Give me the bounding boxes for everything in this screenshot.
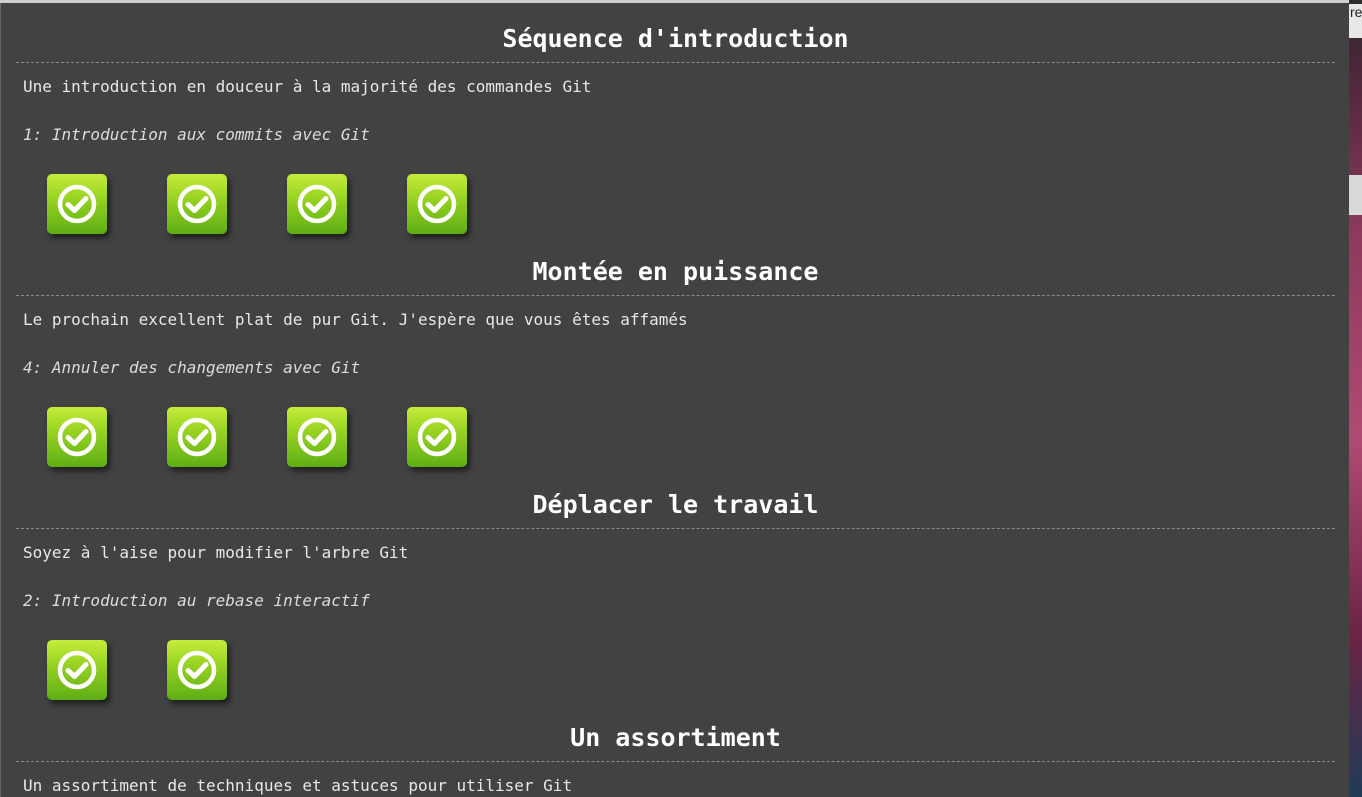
level-selection-modal: Séquence d'introduction Une introduction… — [0, 3, 1349, 797]
sequence-title-bar: Séquence d'introduction — [16, 3, 1335, 63]
sequence-description: Un assortiment de techniques et astuces … — [23, 776, 573, 795]
sequence-description: Soyez à l'aise pour modifier l'arbre Git — [23, 543, 409, 562]
level-button[interactable] — [167, 174, 227, 234]
check-circle-icon — [177, 417, 217, 457]
sequence-title-bar: Un assortiment — [16, 702, 1335, 762]
level-button[interactable] — [407, 174, 467, 234]
background-peek-text: re — [1349, 4, 1362, 38]
sequence-title-bar: Déplacer le travail — [16, 469, 1335, 529]
sequence-title: Montée en puissance — [532, 257, 819, 286]
current-level-name: 1: Introduction aux commits avec Git — [23, 125, 370, 144]
sequence-description: Une introduction en douceur à la majorit… — [23, 77, 592, 96]
check-circle-icon — [57, 184, 97, 224]
level-button[interactable] — [167, 407, 227, 467]
sequence-title: Séquence d'introduction — [502, 24, 849, 53]
sequence-title: Déplacer le travail — [532, 490, 819, 519]
current-level-name: 2: Introduction au rebase interactif — [23, 591, 370, 610]
background-app-peek: re — [1349, 0, 1362, 797]
sequence-title-bar: Montée en puissance — [16, 236, 1335, 296]
check-circle-icon — [297, 184, 337, 224]
check-circle-icon — [177, 184, 217, 224]
check-circle-icon — [417, 417, 457, 457]
sequence-description: Le prochain excellent plat de pur Git. J… — [23, 310, 688, 329]
sequence-title: Un assortiment — [570, 723, 781, 752]
current-level-name: 4: Annuler des changements avec Git — [23, 358, 361, 377]
level-button[interactable] — [287, 174, 347, 234]
level-icon-row — [47, 640, 227, 702]
level-icon-row — [47, 407, 467, 469]
level-button[interactable] — [167, 640, 227, 700]
check-circle-icon — [417, 184, 457, 224]
level-button[interactable] — [47, 640, 107, 700]
check-circle-icon — [177, 650, 217, 690]
level-button[interactable] — [47, 407, 107, 467]
level-button[interactable] — [47, 174, 107, 234]
check-circle-icon — [57, 417, 97, 457]
check-circle-icon — [57, 650, 97, 690]
background-peek-panel — [1349, 175, 1362, 215]
level-button[interactable] — [407, 407, 467, 467]
level-button[interactable] — [287, 407, 347, 467]
level-icon-row — [47, 174, 467, 236]
check-circle-icon — [297, 417, 337, 457]
